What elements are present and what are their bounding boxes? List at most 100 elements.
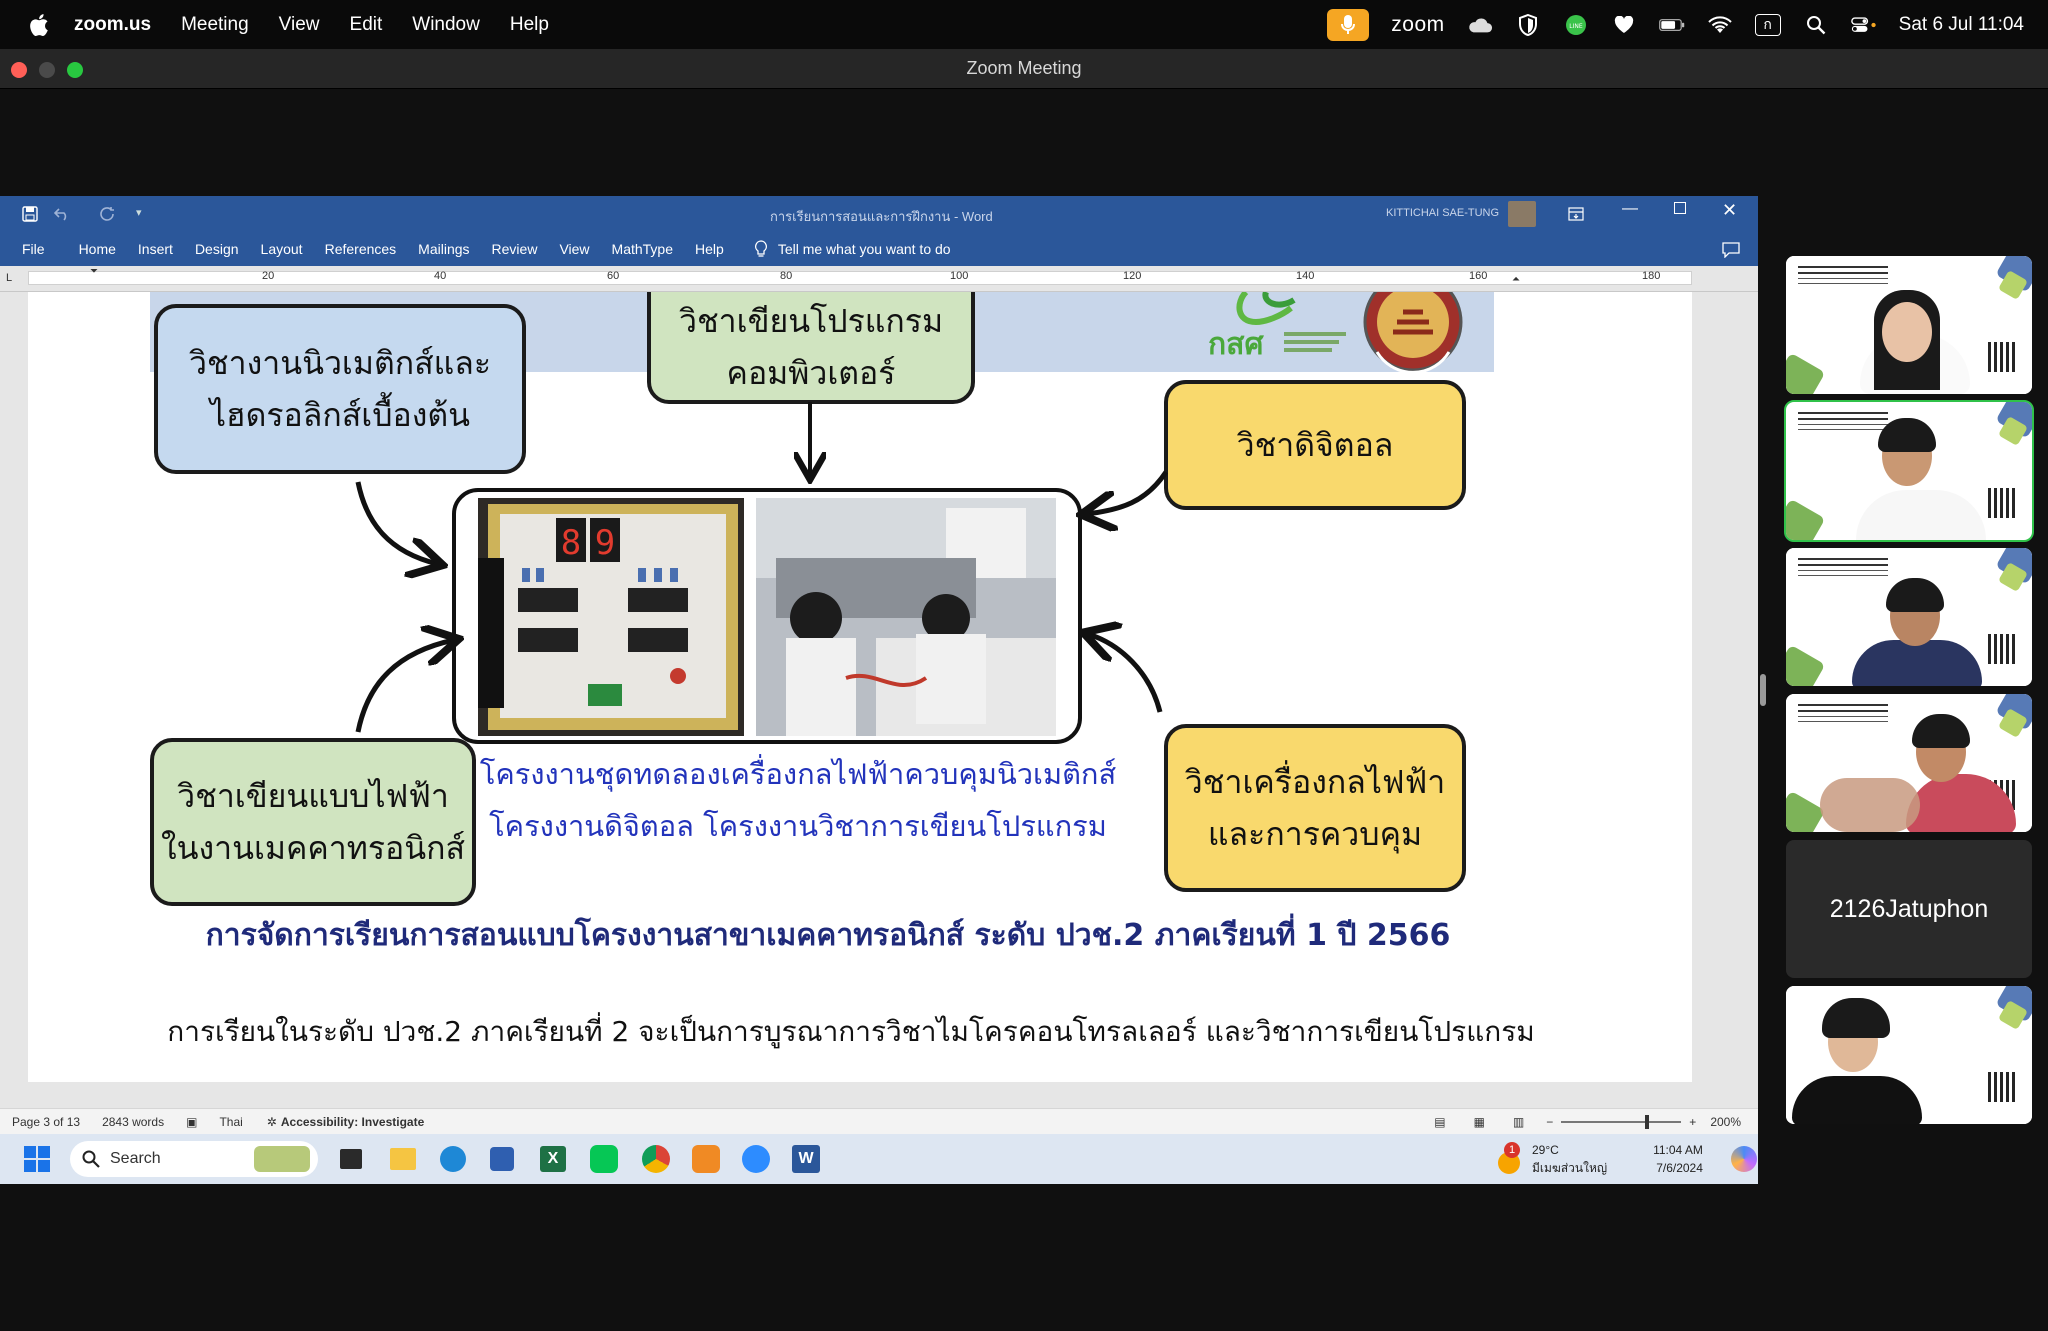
apple-icon[interactable] <box>28 13 50 37</box>
chrome-icon[interactable] <box>642 1145 670 1173</box>
zoom-slider[interactable] <box>1561 1114 1682 1129</box>
zoom-taskbar-icon[interactable] <box>742 1145 770 1173</box>
accessibility-icon[interactable]: ✲ <box>267 1115 277 1129</box>
spotlight-search-icon[interactable] <box>1803 14 1829 36</box>
accessibility-status[interactable]: Accessibility: Investigate <box>281 1115 424 1129</box>
edge-browser-icon[interactable] <box>440 1146 466 1172</box>
horizontal-ruler[interactable]: L 20 40 60 80 100 120 140 160 180 ⏷ ⏶ <box>0 266 1758 292</box>
qr-code-icon <box>1988 488 2018 518</box>
document-page[interactable]: กสศ วิชางานนิวเมติกส์และ ไฮดรอลิกส์เบื้อง… <box>28 292 1692 1082</box>
tab-insert[interactable]: Insert <box>138 241 173 257</box>
menu-app-zoom[interactable]: zoom.us <box>74 14 151 36</box>
taskbar-clock[interactable]: 11:04 AM 7/6/2024 <box>1653 1141 1703 1177</box>
cloud-icon[interactable] <box>1467 14 1493 36</box>
tab-file[interactable]: File <box>22 241 45 257</box>
tab-view[interactable]: View <box>559 241 589 257</box>
windows-start-icon[interactable] <box>24 1146 50 1172</box>
zoom-in-button[interactable]: + <box>1689 1115 1696 1129</box>
line-app-icon[interactable]: LINE <box>1563 14 1589 36</box>
left-indent-marker[interactable]: ⏷ <box>90 266 98 277</box>
slide-text-lines <box>1798 558 1888 598</box>
word-close-button[interactable]: ✕ <box>1722 200 1737 221</box>
shield-icon[interactable] <box>1515 13 1541 36</box>
tab-layout[interactable]: Layout <box>261 241 303 257</box>
weather-widget[interactable]: 29°C มีเมฆส่วนใหญ่ <box>1532 1141 1607 1177</box>
word-restore-button[interactable] <box>1674 202 1686 214</box>
line-taskbar-icon[interactable] <box>590 1145 618 1173</box>
excel-icon[interactable]: X <box>540 1146 566 1172</box>
menu-window[interactable]: Window <box>412 14 480 36</box>
menu-edit[interactable]: Edit <box>350 14 383 36</box>
zoom-level[interactable]: 200% <box>1710 1115 1741 1129</box>
page-count[interactable]: Page 3 of 13 <box>12 1115 80 1129</box>
microphone-icon[interactable] <box>1327 8 1370 41</box>
word-minimize-button[interactable]: — <box>1622 200 1638 218</box>
weather-icon[interactable]: 1 <box>1498 1142 1524 1174</box>
window-minimize-button[interactable] <box>39 62 55 78</box>
zoom-window-titlebar: Zoom Meeting <box>0 49 2048 89</box>
tab-mailings[interactable]: Mailings <box>418 241 469 257</box>
tab-references[interactable]: References <box>325 241 397 257</box>
undo-icon[interactable] <box>54 207 70 221</box>
menu-view[interactable]: View <box>279 14 320 36</box>
user-avatar[interactable] <box>1508 201 1536 227</box>
tell-me-search[interactable]: Tell me what you want to do <box>778 241 951 257</box>
word-taskbar-icon[interactable]: W <box>792 1145 820 1173</box>
zoom-out-button[interactable]: − <box>1546 1115 1553 1129</box>
macos-menu-bar: zoom.us Meeting View Edit Window Help zo… <box>0 0 2048 49</box>
ruler-mark: 40 <box>434 270 447 282</box>
tab-selector-icon[interactable]: L <box>6 272 12 284</box>
battery-icon[interactable] <box>1658 14 1685 36</box>
participant-video-tile[interactable] <box>1786 694 2032 832</box>
orange-app-icon[interactable] <box>692 1145 720 1173</box>
tab-design[interactable]: Design <box>195 241 239 257</box>
heart-icon[interactable] <box>1611 14 1637 36</box>
taskbar-time: 11:04 AM <box>1653 1143 1703 1157</box>
taskbar-search[interactable]: Search <box>70 1141 318 1177</box>
participant-video-tile[interactable] <box>1786 548 2032 686</box>
figure-title: การจัดการเรียนการสอนแบบโครงงานสาขาเมคคาท… <box>205 918 1451 953</box>
participant-video-tile-active-speaker[interactable] <box>1784 400 2034 542</box>
store-icon[interactable] <box>490 1147 514 1171</box>
menu-meeting[interactable]: Meeting <box>181 14 249 36</box>
participant-video-tile[interactable] <box>1786 256 2032 394</box>
right-indent-marker[interactable]: ⏶ <box>1512 274 1520 285</box>
read-mode-icon[interactable]: ▤ <box>1434 1115 1445 1129</box>
tab-home[interactable]: Home <box>79 241 116 257</box>
comments-icon[interactable] <box>1722 242 1740 258</box>
windows-taskbar: Search X W 1 29°C มีเมฆส่วนใหญ่ 11:04 AM… <box>0 1134 1758 1184</box>
print-layout-icon[interactable]: ▦ <box>1474 1115 1485 1129</box>
window-fullscreen-button[interactable] <box>67 62 83 78</box>
wifi-icon[interactable] <box>1707 14 1733 36</box>
customize-quick-access-icon[interactable]: ▾ <box>136 206 142 219</box>
caption-line: โครงงานดิจิตอล โครงงานวิชาการเขียนโปรแกร… <box>489 809 1107 843</box>
save-icon[interactable] <box>22 206 38 222</box>
ribbon-display-options-icon[interactable] <box>1568 207 1584 221</box>
tab-review[interactable]: Review <box>492 241 538 257</box>
participant-video-tile[interactable] <box>1786 986 2032 1124</box>
panel-resize-handle[interactable] <box>1760 674 1766 706</box>
participant-name-tile[interactable]: 2126Jatuphon <box>1786 840 2032 978</box>
word-user-name[interactable]: KITTICHAI SAE-TUNG <box>1386 207 1499 219</box>
project-caption: โครงงานชุดทดลองเครื่องกลไฟฟ้าควบคุมนิวเม… <box>448 748 1148 852</box>
copilot-icon[interactable] <box>1730 1146 1757 1172</box>
file-explorer-icon[interactable] <box>390 1148 416 1170</box>
control-center-icon[interactable] <box>1850 14 1877 36</box>
zoom-status-label[interactable]: zoom <box>1391 13 1444 37</box>
input-source-icon[interactable]: ก <box>1754 13 1781 36</box>
task-view-icon[interactable] <box>340 1149 362 1169</box>
word-count[interactable]: 2843 words <box>102 1115 164 1129</box>
redo-icon[interactable] <box>100 207 116 221</box>
menu-help[interactable]: Help <box>510 14 549 36</box>
web-layout-icon[interactable]: ▥ <box>1513 1115 1524 1129</box>
proofing-icon[interactable]: ▣ <box>186 1115 197 1129</box>
window-close-button[interactable] <box>11 62 27 78</box>
word-title-bar: ▾ การเรียนการสอนและการฝึกงาน - Word KITT… <box>0 196 1758 232</box>
ruler-mark: 80 <box>780 270 793 282</box>
tab-mathtype[interactable]: MathType <box>612 241 673 257</box>
tab-help[interactable]: Help <box>695 241 724 257</box>
language-indicator[interactable]: Thai <box>219 1115 242 1129</box>
weather-badge: 1 <box>1504 1142 1520 1158</box>
menu-bar-clock[interactable]: Sat 6 Jul 11:04 <box>1899 14 2024 36</box>
document-area[interactable]: กสศ วิชางานนิวเมติกส์และ ไฮดรอลิกส์เบื้อง… <box>0 292 1758 1108</box>
